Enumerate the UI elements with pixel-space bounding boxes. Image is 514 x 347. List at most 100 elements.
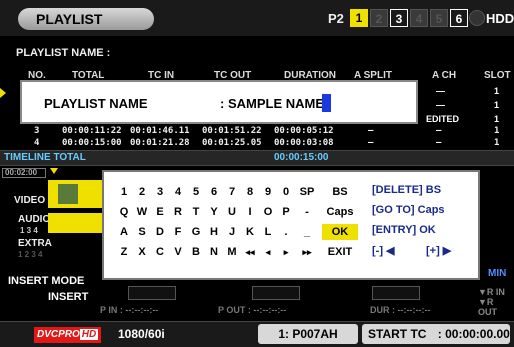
col-a-ch: A CH — [432, 70, 457, 81]
key[interactable]: 5 — [188, 184, 204, 200]
key[interactable]: 0 — [278, 184, 294, 200]
table-row-duration: 00:00:05:12 — [274, 126, 334, 136]
space-key[interactable]: SP — [296, 184, 318, 200]
key[interactable]: S — [134, 224, 150, 240]
key[interactable]: T — [188, 204, 204, 220]
a-ch-value: — — [436, 86, 445, 96]
hint-plus: [+] ▶ — [426, 245, 452, 257]
track-audio-channels: 1 3 4 — [20, 226, 38, 235]
slot-2-indicator: 2 — [370, 9, 388, 27]
table-row-tc-out: 00:01:51.22 — [202, 126, 262, 136]
track-video-label: VIDEO — [14, 195, 46, 206]
a-ch-value: EDITED — [426, 114, 460, 124]
track-audio-label: AUDIO — [18, 214, 51, 225]
timeline-total-value: 00:00:15:00 — [274, 152, 329, 163]
track-extra-label: EXTRA — [18, 238, 52, 249]
audio-clip[interactable] — [48, 213, 104, 233]
dialog-label: PLAYLIST NAME — [44, 96, 148, 111]
key[interactable]: _ — [296, 224, 318, 240]
key[interactable]: L — [260, 224, 276, 240]
table-row-a-ch: — — [436, 138, 442, 148]
key[interactable]: 4 — [170, 184, 186, 200]
table-row-tc-out: 00:01:25.05 — [202, 138, 262, 148]
key[interactable]: Y — [206, 204, 222, 220]
ok-key[interactable]: OK — [322, 224, 358, 240]
key[interactable]: N — [206, 244, 222, 260]
right-key[interactable]: ▸ — [278, 244, 294, 260]
key[interactable]: K — [242, 224, 258, 240]
video-clip[interactable] — [48, 180, 104, 208]
table-row-slot: 1 — [494, 138, 500, 148]
p2-label: P2 — [328, 11, 344, 26]
key[interactable]: C — [152, 244, 168, 260]
key[interactable]: A — [116, 224, 132, 240]
key[interactable]: V — [170, 244, 186, 260]
hint-delete: [DELETE] BS — [372, 184, 442, 196]
text-cursor — [322, 94, 331, 112]
table-row-a-split: — — [368, 138, 374, 148]
table-row-total: 00:00:15:00 — [62, 138, 122, 148]
key[interactable]: 1 — [116, 184, 132, 200]
table-row-a-split: — — [368, 126, 374, 136]
key[interactable]: I — [242, 204, 258, 220]
dur-box — [372, 286, 420, 300]
key[interactable]: U — [224, 204, 240, 220]
selected-row-marker — [0, 88, 6, 98]
format-label: 1080/60i — [118, 327, 165, 341]
r-in-label: ▼R IN — [478, 287, 505, 297]
insert-mode-value: INSERT — [48, 291, 89, 303]
table-row-no: 4 — [34, 138, 40, 148]
key[interactable]: Q — [116, 204, 132, 220]
key[interactable]: H — [206, 224, 222, 240]
key[interactable]: W — [134, 204, 150, 220]
table-row-slot: 1 — [494, 126, 500, 136]
insert-mode-label: INSERT MODE — [8, 275, 85, 287]
key[interactable]: R — [170, 204, 186, 220]
slot-value: 1 — [494, 86, 500, 96]
codec-hd: HD — [79, 329, 99, 340]
hint-minus: [-] ◀ — [372, 245, 395, 257]
playlist-name-input[interactable]: : SAMPLE NAME — [220, 96, 324, 111]
playhead-marker[interactable] — [50, 168, 58, 174]
backspace-key[interactable]: BS — [322, 184, 358, 200]
exit-key[interactable]: EXIT — [322, 244, 358, 260]
slot-1-indicator: 1 — [350, 9, 368, 27]
key[interactable]: . — [278, 224, 294, 240]
table-row-total: 00:00:11:22 — [62, 126, 122, 136]
slot-4-indicator: 4 — [410, 9, 428, 27]
key[interactable]: D — [152, 224, 168, 240]
key[interactable]: 9 — [260, 184, 276, 200]
left-key[interactable]: ◂ — [260, 244, 276, 260]
codec-badge: DVCPRO HD — [34, 327, 102, 343]
key[interactable]: J — [224, 224, 240, 240]
key[interactable]: - — [296, 204, 318, 220]
key[interactable]: 6 — [206, 184, 222, 200]
timeline-total-label: TIMELINE TOTAL — [4, 152, 86, 163]
hint-entry: [ENTRY] OK — [372, 224, 436, 236]
key[interactable]: 3 — [152, 184, 168, 200]
table-row-tc-in: 00:01:21.28 — [130, 138, 190, 148]
key[interactable]: 8 — [242, 184, 258, 200]
key[interactable]: F — [170, 224, 186, 240]
hdd-label: HDD — [486, 11, 514, 26]
start-tc-label: START TC — [368, 327, 427, 341]
fast-forward-key[interactable]: ▸▸ — [296, 244, 318, 260]
table-row-a-ch: — — [436, 126, 442, 136]
key[interactable]: M — [224, 244, 240, 260]
key[interactable]: 2 — [134, 184, 150, 200]
codec-name: DVCPRO — [37, 329, 80, 340]
timeline-timecode: 00:02:00 — [2, 168, 46, 178]
key[interactable]: O — [260, 204, 276, 220]
rewind-key[interactable]: ◂◂ — [242, 244, 258, 260]
min-label: MIN — [488, 268, 507, 279]
key[interactable]: X — [134, 244, 150, 260]
key[interactable]: P — [278, 204, 294, 220]
key[interactable]: B — [188, 244, 204, 260]
key[interactable]: G — [188, 224, 204, 240]
start-tc-box: START TC : 00:00:00.00 — [362, 324, 510, 344]
key[interactable]: 7 — [224, 184, 240, 200]
key[interactable]: E — [152, 204, 168, 220]
caps-key[interactable]: Caps — [322, 204, 358, 220]
table-row-tc-in: 00:01:46.11 — [130, 126, 190, 136]
key[interactable]: Z — [116, 244, 132, 260]
